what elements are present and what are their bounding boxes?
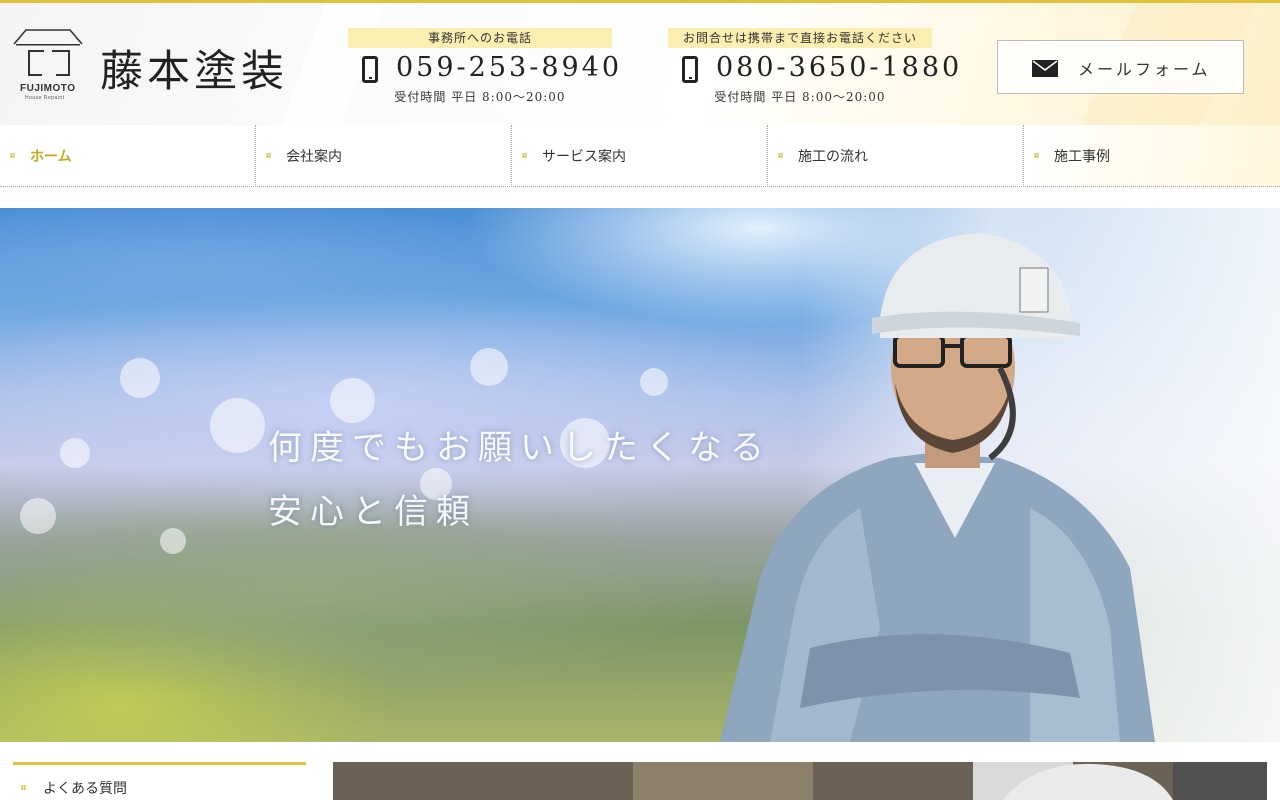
nav-label: サービス案内 xyxy=(542,149,626,165)
dot-bullet-icon xyxy=(1034,153,1039,158)
content-photo xyxy=(333,762,1267,800)
nav-item-home[interactable]: ホーム xyxy=(0,125,256,187)
mobile-phone-hours: 受付時間 平日 8:00〜20:00 xyxy=(714,90,886,104)
global-nav: ホーム 会社案内 サービス案内 施工の流れ 施工事例 xyxy=(0,125,1280,187)
mobile-phone-number[interactable]: 080-3650-1880 xyxy=(716,52,962,83)
mobile-phone-tag: お問合せは携帯まで直接お電話ください xyxy=(668,28,932,48)
faq-link[interactable]: よくある質問 xyxy=(13,762,306,800)
dot-bullet-icon xyxy=(21,785,26,790)
phone-icon xyxy=(362,56,378,83)
nav-item-process[interactable]: 施工の流れ xyxy=(768,125,1024,187)
logo-text: FUJIMOTO xyxy=(20,83,76,94)
nav-label: ホーム xyxy=(30,149,72,165)
envelope-icon xyxy=(1032,60,1058,77)
mobile-phone-block[interactable]: お問合せは携帯まで直接お電話ください 080-3650-1880 受付時間 平日… xyxy=(668,28,959,105)
office-phone-hours: 受付時間 平日 8:00〜20:00 xyxy=(394,90,566,104)
dot-bullet-icon xyxy=(778,153,783,158)
nav-label: 施工事例 xyxy=(1054,149,1110,165)
worker-photo xyxy=(720,233,1155,742)
office-phone-number[interactable]: 059-253-8940 xyxy=(396,52,622,83)
logo-subtext: House Repaint xyxy=(25,95,65,101)
fujimoto-logo[interactable]: FUJIMOTO House Repaint xyxy=(12,28,84,103)
dot-bullet-icon xyxy=(522,153,527,158)
brand-name[interactable]: 藤本塗装 xyxy=(100,37,288,99)
office-phone-block[interactable]: 事務所へのお電話 059-253-8940 受付時間 平日 8:00〜20:00 xyxy=(348,28,619,105)
hero-banner: 何度でもお願いしたくなる 安心と信頼 xyxy=(0,208,1280,742)
mail-form-label: メールフォーム xyxy=(1078,60,1211,79)
hero-headline-line1: 何度でもお願いしたくなる xyxy=(268,428,772,468)
faq-label: よくある質問 xyxy=(43,781,127,797)
nav-item-company[interactable]: 会社案内 xyxy=(256,125,512,187)
office-phone-tag: 事務所へのお電話 xyxy=(348,28,612,48)
mail-form-button[interactable]: メールフォーム xyxy=(997,40,1244,94)
site-header: FUJIMOTO House Repaint 藤本塗装 事務所へのお電話 059… xyxy=(0,3,1280,125)
dot-bullet-icon xyxy=(266,153,271,158)
house-logo-icon xyxy=(13,29,83,76)
nav-label: 会社案内 xyxy=(286,149,342,165)
nav-label: 施工の流れ xyxy=(798,149,868,165)
phone-icon xyxy=(682,56,698,83)
nav-item-services[interactable]: サービス案内 xyxy=(512,125,768,187)
nav-item-works[interactable]: 施工事例 xyxy=(1024,125,1280,187)
dot-bullet-icon xyxy=(10,153,15,158)
hero-headline-line2: 安心と信頼 xyxy=(268,492,478,532)
